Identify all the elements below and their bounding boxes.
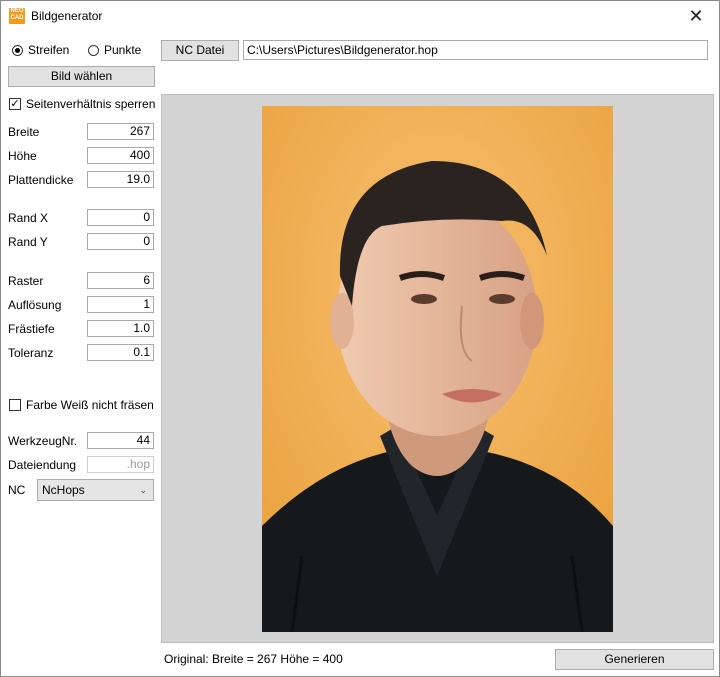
chevron-down-icon: ⌄ bbox=[139, 485, 147, 495]
plattendicke-field[interactable]: 19.0 bbox=[87, 171, 154, 188]
nc-select-value: NcHops bbox=[42, 483, 85, 497]
radio-punkte-label: Punkte bbox=[104, 43, 142, 57]
radio-streifen[interactable]: Streifen bbox=[12, 43, 69, 57]
radio-streifen-label: Streifen bbox=[28, 43, 70, 57]
portrait-photo bbox=[262, 106, 613, 632]
original-size-status: Original: Breite = 267 Höhe = 400 bbox=[164, 652, 343, 666]
werkzeug-label: WerkzeugNr. bbox=[8, 434, 78, 448]
nc-file-button[interactable]: NC Datei bbox=[161, 40, 239, 61]
radio-unselected-icon bbox=[88, 44, 99, 56]
checkbox-empty-icon bbox=[9, 399, 21, 411]
lock-aspect-checkbox[interactable]: ✓ Seitenverhältnis sperren bbox=[9, 97, 155, 111]
close-icon[interactable]: ✕ bbox=[673, 1, 719, 31]
rand-y-label: Rand Y bbox=[8, 235, 48, 249]
nc-path-field[interactable]: C:\Users\Pictures\Bildgenerator.hop bbox=[243, 40, 708, 60]
nc-label: NC bbox=[8, 483, 26, 497]
hoehe-field[interactable]: 400 bbox=[87, 147, 154, 164]
nc-app-icon: NEO CAD bbox=[9, 8, 25, 24]
dateiendung-label: Dateiendung bbox=[8, 458, 77, 472]
window-title: Bildgenerator bbox=[31, 9, 103, 23]
aufloesung-field[interactable]: 1 bbox=[87, 296, 154, 313]
aufloesung-label: Auflösung bbox=[8, 298, 62, 312]
generate-button[interactable]: Generieren bbox=[555, 649, 714, 670]
raster-field[interactable]: 6 bbox=[87, 272, 154, 289]
radio-punkte[interactable]: Punkte bbox=[88, 43, 141, 57]
breite-label: Breite bbox=[8, 125, 40, 139]
fraestiefe-label: Frästiefe bbox=[8, 322, 55, 336]
toleranz-label: Toleranz bbox=[8, 346, 54, 360]
raster-label: Raster bbox=[8, 274, 44, 288]
fraestiefe-field[interactable]: 1.0 bbox=[87, 320, 154, 337]
white-skip-label: Farbe Weiß nicht fräsen bbox=[26, 398, 154, 412]
white-skip-checkbox[interactable]: Farbe Weiß nicht fräsen bbox=[9, 398, 154, 412]
breite-field[interactable]: 267 bbox=[87, 123, 154, 140]
checkmark-icon: ✓ bbox=[9, 98, 21, 110]
bildgenerator-window: NEO CAD Bildgenerator ✕ Streifen Punkte B… bbox=[0, 0, 720, 677]
image-preview-panel bbox=[161, 94, 714, 643]
toleranz-field[interactable]: 0.1 bbox=[87, 344, 154, 361]
radio-selected-icon bbox=[12, 44, 23, 56]
werkzeug-field[interactable]: 44 bbox=[87, 432, 154, 449]
nc-select[interactable]: NcHops ⌄ bbox=[37, 479, 154, 501]
dateiendung-field: .hop bbox=[87, 456, 154, 473]
title-bar: NEO CAD Bildgenerator ✕ bbox=[1, 1, 719, 31]
plattendicke-label: Plattendicke bbox=[8, 173, 74, 187]
rand-y-field[interactable]: 0 bbox=[87, 233, 154, 250]
rand-x-field[interactable]: 0 bbox=[87, 209, 154, 226]
choose-image-button[interactable]: Bild wählen bbox=[8, 66, 155, 87]
lock-aspect-label: Seitenverhältnis sperren bbox=[26, 97, 156, 111]
hoehe-label: Höhe bbox=[8, 149, 37, 163]
rand-x-label: Rand X bbox=[8, 211, 49, 225]
